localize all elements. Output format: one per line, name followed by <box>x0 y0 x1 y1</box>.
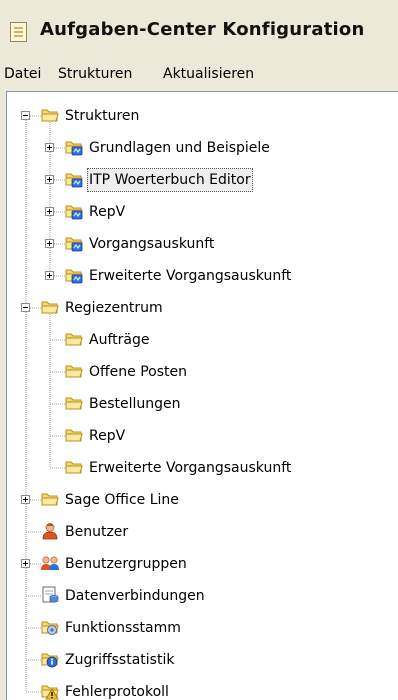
tree-node-label: Fehlerprotokoll <box>65 684 169 700</box>
tree-node[interactable]: Fehlerprotokoll <box>7 680 398 700</box>
tree-node[interactable]: Benutzer <box>7 520 398 544</box>
info-folder-icon <box>40 650 60 668</box>
data-connection-icon <box>40 586 60 604</box>
tree-node-label: Bestellungen <box>89 396 181 412</box>
folder-icon <box>40 298 60 316</box>
tree-node-label: Offene Posten <box>89 364 187 380</box>
tree-node[interactable]: Erweiterte Vorgangsauskunft <box>7 264 398 288</box>
tree-node[interactable]: Strukturen <box>7 104 398 128</box>
tree-node[interactable]: Datenverbindungen <box>7 584 398 608</box>
menu-datei[interactable]: Datei <box>4 66 41 82</box>
tree-node[interactable]: Regiezentrum <box>7 296 398 320</box>
tree-node-label: Benutzergruppen <box>65 556 187 572</box>
folder-icon <box>64 458 84 476</box>
tree-node-label: Funktionsstamm <box>65 620 181 636</box>
tree-node-label: Grundlagen und Beispiele <box>89 140 270 156</box>
expand-icon[interactable] <box>45 175 54 184</box>
menu-strukturen[interactable]: Strukturen <box>58 66 132 82</box>
tree-node[interactable]: Grundlagen und Beispiele <box>7 136 398 160</box>
title-bar: Aufgaben-Center Konfiguration <box>0 0 398 60</box>
expand-icon[interactable] <box>45 239 54 248</box>
collapse-icon[interactable] <box>21 303 30 312</box>
shared-folder-icon <box>64 202 84 220</box>
tree-node-label: RepV <box>89 428 126 444</box>
expand-icon[interactable] <box>21 559 30 568</box>
expand-icon[interactable] <box>45 143 54 152</box>
tree-node-label: Erweiterte Vorgangsauskunft <box>89 460 292 476</box>
tree-node-label: Regiezentrum <box>65 300 163 316</box>
menu-aktualisieren[interactable]: Aktualisieren <box>163 66 254 82</box>
tree-node[interactable]: ITP Woerterbuch Editor <box>7 168 398 192</box>
collapse-icon[interactable] <box>21 111 30 120</box>
tree-node[interactable]: Zugriffsstatistik <box>7 648 398 672</box>
folder-icon <box>40 490 60 508</box>
tree-node-label: Strukturen <box>65 108 140 124</box>
user-group-icon <box>40 554 60 572</box>
tree-node[interactable]: Offene Posten <box>7 360 398 384</box>
shared-folder-icon <box>64 170 84 188</box>
notepad-icon <box>10 22 27 42</box>
tree-node[interactable]: Vorgangsauskunft <box>7 232 398 256</box>
tree-node[interactable]: RepV <box>7 424 398 448</box>
tree-node-label: Benutzer <box>65 524 129 540</box>
tree-node-label: Zugriffsstatistik <box>65 652 175 668</box>
tree-node-label: RepV <box>89 204 126 220</box>
user-icon <box>40 522 60 540</box>
expand-icon[interactable] <box>45 271 54 280</box>
shared-folder-icon <box>64 266 84 284</box>
shared-folder-icon <box>64 234 84 252</box>
tree-node[interactable]: Bestellungen <box>7 392 398 416</box>
warning-folder-icon <box>40 682 60 700</box>
tree-node-label: Erweiterte Vorgangsauskunft <box>89 268 292 284</box>
tree-node-label: Datenverbindungen <box>65 588 205 604</box>
tree-node[interactable]: RepV <box>7 200 398 224</box>
tree-node[interactable]: Funktionsstamm <box>7 616 398 640</box>
tree-node[interactable]: Sage Office Line <box>7 488 398 512</box>
window-title: Aufgaben-Center Konfiguration <box>40 19 365 40</box>
shared-folder-icon <box>64 138 84 156</box>
tree-node-label: Sage Office Line <box>65 492 179 508</box>
structure-tree[interactable]: Strukturen Grundlagen und Beispiele ITP Wo… <box>6 91 398 700</box>
tree-node-label: Vorgangsauskunft <box>89 236 215 252</box>
tree-node[interactable]: Erweiterte Vorgangsauskunft <box>7 456 398 480</box>
function-folder-icon <box>40 618 60 636</box>
tree-node[interactable]: Aufträge <box>7 328 398 352</box>
folder-icon <box>40 106 60 124</box>
expand-icon[interactable] <box>21 495 30 504</box>
folder-icon <box>64 426 84 444</box>
folder-icon <box>64 330 84 348</box>
tree-node-label: ITP Woerterbuch Editor <box>87 168 253 192</box>
folder-icon <box>64 362 84 380</box>
menu-bar: Datei Strukturen Aktualisieren <box>0 60 398 88</box>
tree-node-label: Aufträge <box>89 332 150 348</box>
tree-node[interactable]: Benutzergruppen <box>7 552 398 576</box>
expand-icon[interactable] <box>45 207 54 216</box>
folder-icon <box>64 394 84 412</box>
